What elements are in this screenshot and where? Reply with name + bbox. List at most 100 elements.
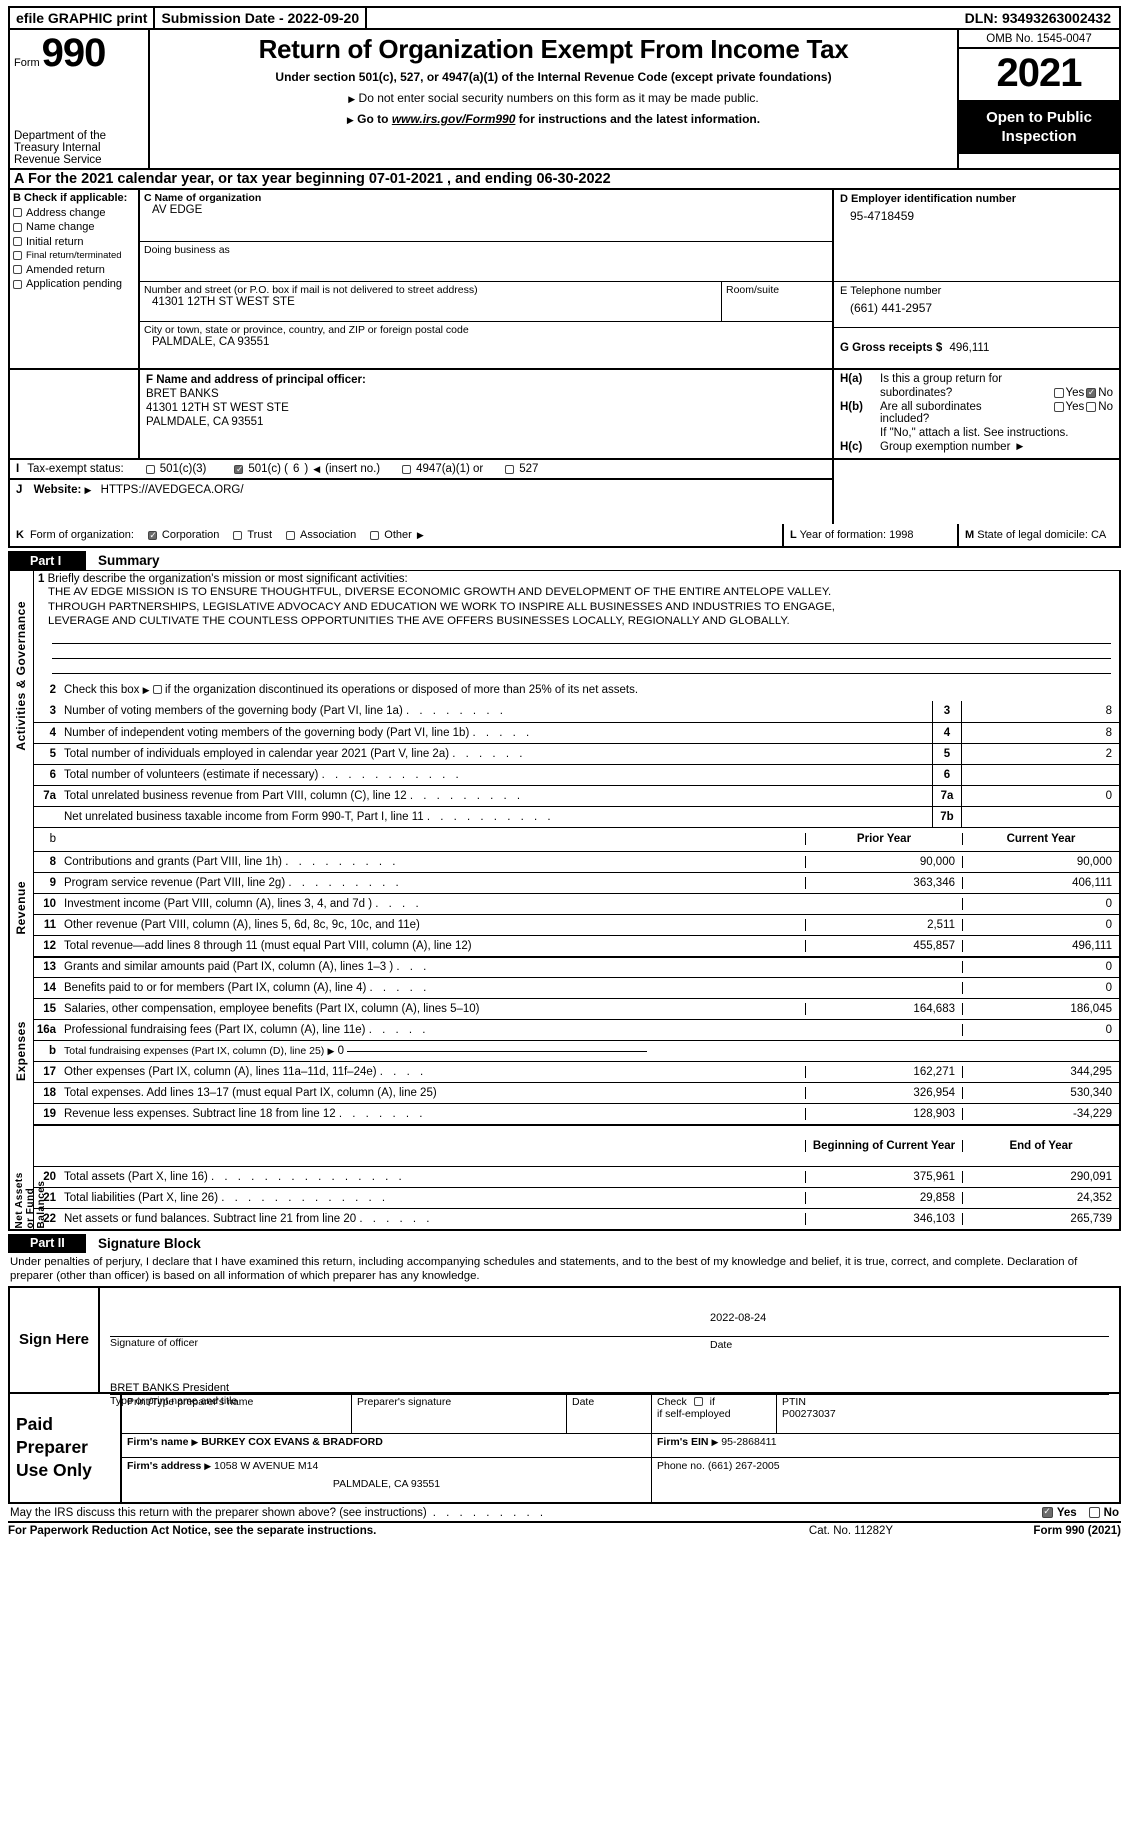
irs-discuss-yes-label: Yes xyxy=(1056,1506,1077,1519)
i-option-501c3[interactable]: 501(c)(3) xyxy=(145,463,206,475)
row-text-wrap: Total fundraising expenses (Part IX, col… xyxy=(62,1045,805,1057)
k-option-association[interactable]: Association xyxy=(286,529,356,541)
form-label: Form xyxy=(14,57,40,69)
k-option-trust[interactable]: Trust xyxy=(233,529,272,541)
triangle-right-icon-j: ▶ xyxy=(84,485,92,495)
k-option-other[interactable]: Other ▶ xyxy=(370,529,424,541)
h-b-text2: included? xyxy=(880,413,930,425)
blank-rule-1 xyxy=(52,629,1111,644)
checkbox-icon-no[interactable] xyxy=(1086,387,1097,398)
section-l-year-formation: L Year of formation: 1998 xyxy=(784,524,959,546)
form-identifier: Form 990 Department of the Treasury Inte… xyxy=(10,30,150,168)
line-1-header: 1 Briefly describe the organization's mi… xyxy=(38,573,1115,585)
line-7a-row: 7a Total unrelated business revenue from… xyxy=(34,784,1119,806)
checkbox-icon[interactable] xyxy=(286,530,296,540)
checkbox-application-pending[interactable]: Application pending xyxy=(13,278,135,290)
i-option-501c6[interactable]: 501(c) ( 6 ) ◀ (insert no.) xyxy=(234,463,380,475)
line-11-row: 11 Other revenue (Part VIII, column (A),… xyxy=(34,913,1119,935)
checkbox-icon[interactable] xyxy=(13,208,22,217)
side-tab-revenue: Revenue xyxy=(14,881,28,935)
row-text-wrap: Benefits paid to or for members (Part IX… xyxy=(62,982,805,994)
checkbox-icon[interactable] xyxy=(13,251,22,260)
current-year-value: -34,229 xyxy=(962,1107,1119,1120)
row-text: Total number of volunteers (estimate if … xyxy=(64,768,319,781)
checkbox-icon[interactable] xyxy=(147,530,157,541)
irs-form990-link[interactable]: www.irs.gov/Form990 xyxy=(392,112,516,126)
j-label: J xyxy=(16,484,23,496)
triangle-right-icon-k: ▶ xyxy=(416,529,424,540)
line-5-row: 5 Total number of individuals employed i… xyxy=(34,742,1119,764)
checkbox-address-change[interactable]: Address change xyxy=(13,207,135,219)
i-option-4947[interactable]: 4947(a)(1) or xyxy=(402,463,483,475)
k-label: K xyxy=(16,529,24,541)
checkbox-icon[interactable] xyxy=(370,530,380,540)
line-21-row: 21 Total liabilities (Part X, line 26) .… xyxy=(34,1186,1119,1208)
checkbox-icon[interactable] xyxy=(13,265,22,274)
entity-info-block: B Check if applicable: Address change Na… xyxy=(8,190,1121,370)
checkbox-icon-yes[interactable] xyxy=(1041,1506,1053,1518)
tax-year-line: A For the 2021 calendar year, or tax yea… xyxy=(8,170,1121,190)
line-15-row: 15 Salaries, other compensation, employe… xyxy=(34,997,1119,1019)
printed-name-line[interactable]: BRET BANKS President xyxy=(110,1382,1109,1395)
line-7b-row: Net unrelated business taxable income fr… xyxy=(34,805,1119,827)
firm-name-row: Firm's name ▶ BURKEY COX EVANS & BRADFOR… xyxy=(122,1433,1119,1458)
checkbox-icon-no[interactable] xyxy=(1086,402,1097,412)
h-a-text2: subordinates? xyxy=(880,387,953,399)
prior-year-value: 164,683 xyxy=(805,1002,962,1015)
phone-label: E Telephone number xyxy=(840,285,942,297)
row-text-wrap: Net unrelated business taxable income fr… xyxy=(62,811,932,823)
row-dots: . . . . . xyxy=(472,726,533,739)
h-b-yes-no[interactable]: Yes No xyxy=(1053,401,1113,413)
begin-year-value: 29,858 xyxy=(805,1191,962,1204)
website-value[interactable]: HTTPS://AVEDGECA.ORG/ xyxy=(101,484,244,496)
line-1-label: Briefly describe the organization's miss… xyxy=(47,573,408,585)
k-option-corporation[interactable]: Corporation xyxy=(147,529,219,541)
firm-phone-cell: Phone no. (661) 267-2005 xyxy=(652,1458,1119,1502)
checkbox-icon[interactable] xyxy=(13,222,22,232)
side-tab-net-assets: Net Assets or Fund Balances xyxy=(14,1172,47,1229)
checkbox-icon[interactable] xyxy=(402,464,412,474)
officer-signature-line[interactable] xyxy=(110,1308,1109,1337)
checkbox-name-change[interactable]: Name change xyxy=(13,221,135,233)
row-box-label: 6 xyxy=(932,764,962,785)
firm-phone-value: (661) 267-2005 xyxy=(707,1459,780,1472)
section-i-tax-exempt-status: I Tax-exempt status: 501(c)(3) 501(c) ( … xyxy=(10,460,832,480)
row-dots: . . . . . . . . . . . xyxy=(321,768,463,781)
l-label: L xyxy=(790,529,797,541)
checkbox-icon[interactable] xyxy=(13,237,22,246)
row-text: Total assets (Part X, line 16) xyxy=(64,1170,208,1183)
row-number: 16a xyxy=(36,1023,56,1036)
section-m-domicile: M State of legal domicile: CA xyxy=(959,524,1119,546)
i-text: Tax-exempt status: xyxy=(27,463,124,475)
h-a-yes-no[interactable]: Yes No xyxy=(1053,387,1113,399)
i-opt2-suffix: ) xyxy=(304,463,309,475)
i-option-527[interactable]: 527 xyxy=(505,463,538,475)
triangle-right-icon-addr: ▶ xyxy=(204,1460,212,1471)
firm-name-value: BURKEY COX EVANS & BRADFORD xyxy=(201,1435,383,1448)
gross-receipts-field: G Gross receipts $ 496,111 xyxy=(834,328,1119,368)
checkbox-icon-no[interactable] xyxy=(1088,1507,1100,1518)
checkbox-icon-yes[interactable] xyxy=(1053,388,1064,398)
part-2-bar: Part II Signature Block xyxy=(8,1233,1121,1253)
checkbox-icon[interactable] xyxy=(13,279,22,289)
form-990-page: efile GRAPHIC print Submission Date - 20… xyxy=(0,0,1129,1848)
checkbox-icon[interactable] xyxy=(505,464,515,474)
checkbox-final-return[interactable]: Final return/terminated xyxy=(13,250,135,261)
line-13-row: 13 Grants and similar amounts paid (Part… xyxy=(34,955,1119,977)
checkbox-icon[interactable] xyxy=(233,530,243,540)
checkbox-label: Name change xyxy=(26,221,95,233)
checkbox-icon[interactable] xyxy=(145,464,155,474)
checkbox-icon[interactable] xyxy=(234,464,243,475)
website-label: Website: xyxy=(33,484,82,496)
current-year-value: 496,111 xyxy=(962,939,1119,952)
irs-discuss-yes-no[interactable]: Yes No xyxy=(1041,1506,1119,1519)
checkbox-amended-return[interactable]: Amended return xyxy=(13,264,135,276)
checkbox-label: Address change xyxy=(26,206,106,219)
section-h-group-return: H(a) Is this a group return for subordin… xyxy=(834,370,1119,458)
prior-year-value: 128,903 xyxy=(805,1107,962,1120)
checkbox-initial-return[interactable]: Initial return xyxy=(13,236,135,248)
form-footer: For Paperwork Reduction Act Notice, see … xyxy=(8,1520,1121,1537)
row-number: 18 xyxy=(43,1086,56,1099)
checkbox-icon-line2[interactable] xyxy=(152,685,162,694)
checkbox-icon-yes[interactable] xyxy=(1053,402,1064,412)
